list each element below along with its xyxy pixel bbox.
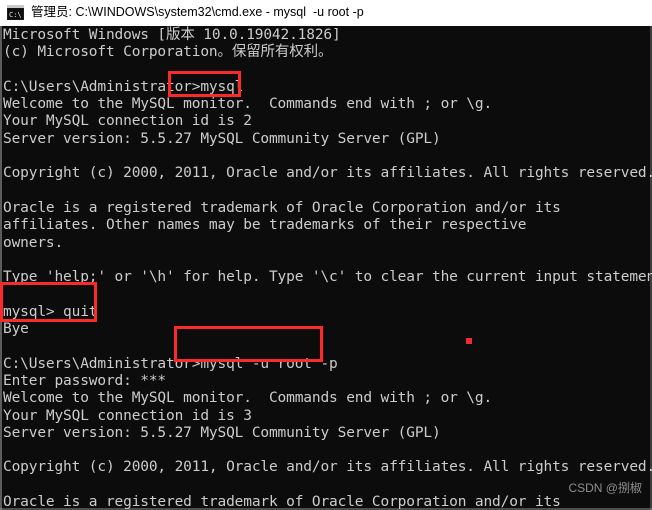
console-line: mysql> quit [3, 303, 98, 320]
console-line: C:\Users\Administrator>mysql [3, 78, 244, 95]
window-title: 管理员: C:\WINDOWS\system32\cmd.exe - mysql… [31, 5, 364, 19]
console-line: Type 'help;' or '\h' for help. Type '\c'… [3, 269, 652, 286]
console-line: Copyright (c) 2000, 2011, Oracle and/or … [3, 165, 652, 182]
console-line: Microsoft Windows [版本 10.0.19042.1826] [3, 27, 341, 43]
console-line: Your MySQL connection id is 3 [3, 407, 252, 424]
console-line: Server version: 5.5.27 MySQL Community S… [3, 130, 441, 147]
console-line: Welcome to the MySQL monitor. Commands e… [3, 96, 493, 113]
cmd-window: C:\ 管理员: C:\WINDOWS\system32\cmd.exe - m… [0, 0, 652, 510]
csdn-watermark: CSDN @捌椒 [568, 481, 642, 495]
svg-text:C:\: C:\ [9, 11, 22, 19]
console-line: Welcome to the MySQL monitor. Commands e… [3, 390, 493, 407]
window-left-edge [0, 26, 2, 510]
console-line: (c) Microsoft Corporation。保留所有权利。 [3, 44, 333, 61]
console-text: Microsoft Windows [版本 10.0.19042.1826] (c… [3, 27, 652, 510]
console-line: Your MySQL connection id is 2 [3, 113, 252, 130]
console-line: Bye [3, 321, 29, 338]
console-line: affiliates. Other names may be trademark… [3, 217, 527, 234]
console-line: owners. [3, 234, 64, 251]
console-output-area[interactable]: Microsoft Windows [版本 10.0.19042.1826] (c… [0, 26, 652, 510]
red-dot-marker [466, 338, 472, 344]
console-line: Enter password: *** [3, 372, 167, 389]
console-line: Copyright (c) 2000, 2011, Oracle and/or … [3, 459, 652, 476]
window-titlebar[interactable]: C:\ 管理员: C:\WINDOWS\system32\cmd.exe - m… [0, 0, 652, 26]
console-line: C:\Users\Administrator>mysql -u root -p [3, 355, 338, 372]
console-line: Oracle is a registered trademark of Orac… [3, 199, 561, 216]
console-line: Server version: 5.5.27 MySQL Community S… [3, 424, 441, 441]
console-line: Oracle is a registered trademark of Orac… [3, 494, 561, 510]
cmd-console-icon: C:\ [7, 5, 24, 20]
